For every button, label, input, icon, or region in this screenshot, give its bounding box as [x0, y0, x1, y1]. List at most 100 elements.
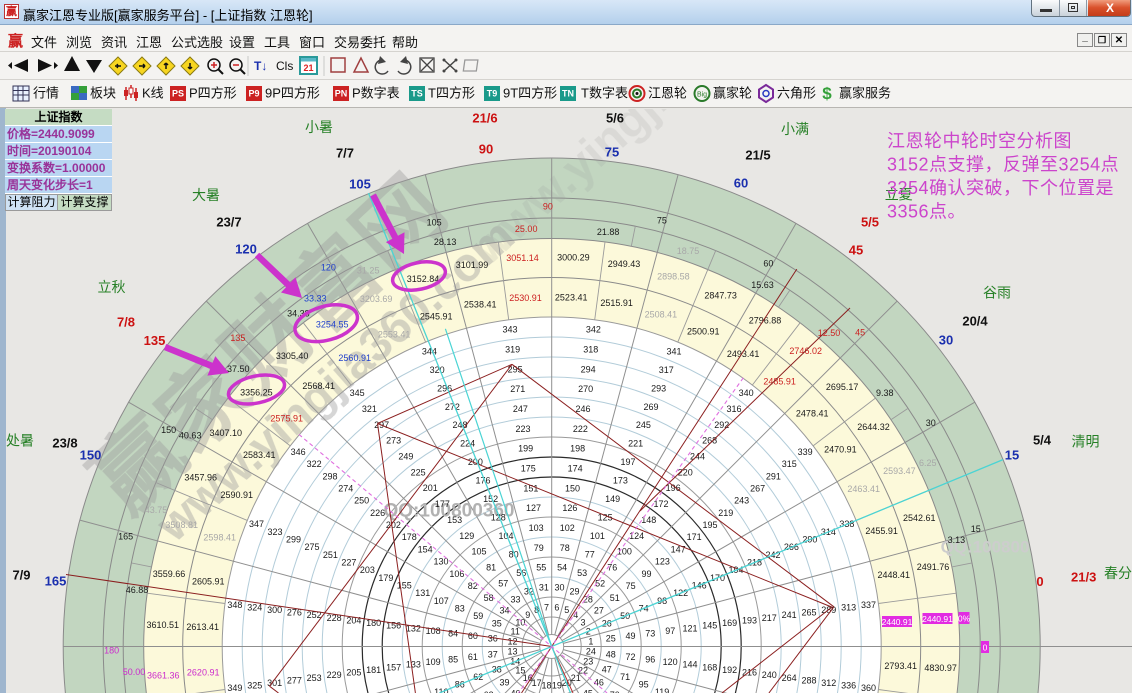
svg-text:325: 325	[247, 681, 262, 691]
svg-text:T数字表: T数字表	[581, 86, 628, 101]
svg-text:7: 7	[544, 602, 549, 612]
svg-text:39: 39	[499, 678, 509, 688]
svg-text:96: 96	[645, 655, 655, 665]
svg-text:267: 267	[750, 484, 765, 494]
svg-text:31: 31	[539, 583, 549, 593]
svg-text:177: 177	[435, 499, 450, 509]
svg-text:2593.47: 2593.47	[883, 466, 916, 476]
svg-text:3559.66: 3559.66	[153, 569, 186, 579]
svg-text:342: 342	[586, 325, 601, 335]
svg-text:60: 60	[734, 176, 748, 191]
svg-text:2500.91: 2500.91	[687, 327, 720, 337]
svg-text:2568.41: 2568.41	[302, 381, 335, 391]
svg-text:315: 315	[782, 459, 797, 469]
svg-text:127: 127	[526, 503, 541, 513]
svg-text:7/8: 7/8	[117, 315, 135, 330]
svg-text:321: 321	[362, 404, 377, 414]
svg-text:3407.10: 3407.10	[210, 428, 243, 438]
svg-text:33.33: 33.33	[304, 294, 327, 304]
svg-text:55: 55	[536, 563, 546, 573]
svg-text:227: 227	[341, 558, 356, 568]
svg-text:345: 345	[350, 388, 365, 398]
svg-text:246: 246	[575, 404, 590, 414]
svg-text:320: 320	[430, 365, 445, 375]
svg-text:30: 30	[554, 583, 564, 593]
svg-text:317: 317	[659, 365, 674, 375]
svg-text:343: 343	[502, 325, 517, 335]
svg-text:2575.91: 2575.91	[270, 414, 303, 424]
svg-text:18: 18	[541, 681, 551, 691]
svg-text:119: 119	[655, 687, 669, 693]
svg-text:6.25: 6.25	[919, 458, 937, 468]
svg-text:2898.58: 2898.58	[657, 272, 690, 282]
svg-text:97: 97	[665, 626, 675, 636]
svg-text:82: 82	[468, 581, 478, 591]
svg-text:清明: 清明	[1072, 434, 1100, 450]
svg-text:269: 269	[643, 402, 658, 412]
svg-text:169: 169	[722, 618, 737, 628]
svg-text:赢家服务: 赢家服务	[839, 86, 891, 101]
svg-text:124: 124	[629, 531, 644, 541]
svg-text:2598.41: 2598.41	[203, 532, 236, 542]
svg-text:3.13: 3.13	[948, 535, 966, 545]
svg-text:2463.41: 2463.41	[847, 484, 880, 494]
svg-text:149: 149	[605, 494, 620, 504]
svg-text:181: 181	[366, 665, 381, 675]
svg-text:7/9: 7/9	[12, 568, 30, 583]
svg-text:57: 57	[498, 578, 508, 588]
svg-text:45: 45	[855, 328, 865, 338]
svg-text:219: 219	[718, 508, 733, 518]
svg-text:105: 105	[349, 177, 371, 192]
svg-text:5/4: 5/4	[1033, 433, 1052, 448]
svg-text:15: 15	[971, 524, 981, 534]
svg-text:102: 102	[560, 523, 575, 533]
svg-text:23/7: 23/7	[216, 215, 241, 230]
svg-text:277: 277	[287, 675, 302, 685]
svg-text:T四方形: T四方形	[428, 86, 475, 101]
svg-text:79: 79	[534, 543, 544, 553]
svg-text:5/5: 5/5	[861, 215, 879, 230]
svg-text:171: 171	[687, 532, 702, 542]
svg-text:337: 337	[861, 600, 876, 610]
svg-text:5/6: 5/6	[606, 111, 624, 126]
svg-text:222: 222	[573, 424, 588, 434]
svg-text:241: 241	[782, 610, 797, 620]
svg-text:Big: Big	[697, 92, 707, 99]
svg-text:49: 49	[625, 631, 635, 641]
svg-text:199: 199	[518, 444, 533, 454]
svg-text:0%: 0%	[958, 614, 971, 624]
svg-text:21/5: 21/5	[745, 148, 770, 163]
svg-text:153: 153	[447, 515, 462, 525]
svg-text:151: 151	[523, 483, 538, 493]
svg-text:谷雨: 谷雨	[983, 285, 1011, 301]
svg-text:274: 274	[338, 484, 353, 494]
svg-text:25.00: 25.00	[515, 224, 538, 234]
svg-text:85: 85	[448, 655, 458, 665]
svg-text:0: 0	[983, 643, 988, 653]
svg-text:2605.91: 2605.91	[192, 577, 225, 587]
svg-text:25: 25	[606, 634, 616, 644]
svg-text:198: 198	[570, 444, 585, 454]
svg-text:T↓: T↓	[254, 59, 267, 73]
svg-text:58: 58	[484, 593, 494, 603]
svg-text:105: 105	[471, 547, 486, 557]
svg-text:2613.41: 2613.41	[186, 622, 219, 632]
svg-text:处暑: 处暑	[6, 433, 34, 449]
svg-text:271: 271	[510, 384, 525, 394]
svg-text:60: 60	[763, 259, 773, 269]
svg-text:2440.91: 2440.91	[882, 617, 913, 627]
svg-text:61: 61	[468, 652, 478, 662]
svg-text:3305.40: 3305.40	[276, 351, 309, 361]
svg-text:273: 273	[386, 436, 401, 446]
svg-text:193: 193	[742, 616, 757, 626]
svg-text:2470.91: 2470.91	[824, 445, 857, 455]
svg-text:175: 175	[521, 464, 536, 474]
svg-text:2530.91: 2530.91	[509, 293, 542, 303]
svg-text:148: 148	[641, 515, 656, 525]
svg-text:323: 323	[267, 527, 282, 537]
svg-text:75: 75	[605, 145, 619, 160]
svg-text:76: 76	[607, 563, 617, 573]
svg-text:PS: PS	[172, 89, 184, 99]
svg-text:75: 75	[626, 581, 636, 591]
svg-text:30: 30	[939, 333, 953, 348]
